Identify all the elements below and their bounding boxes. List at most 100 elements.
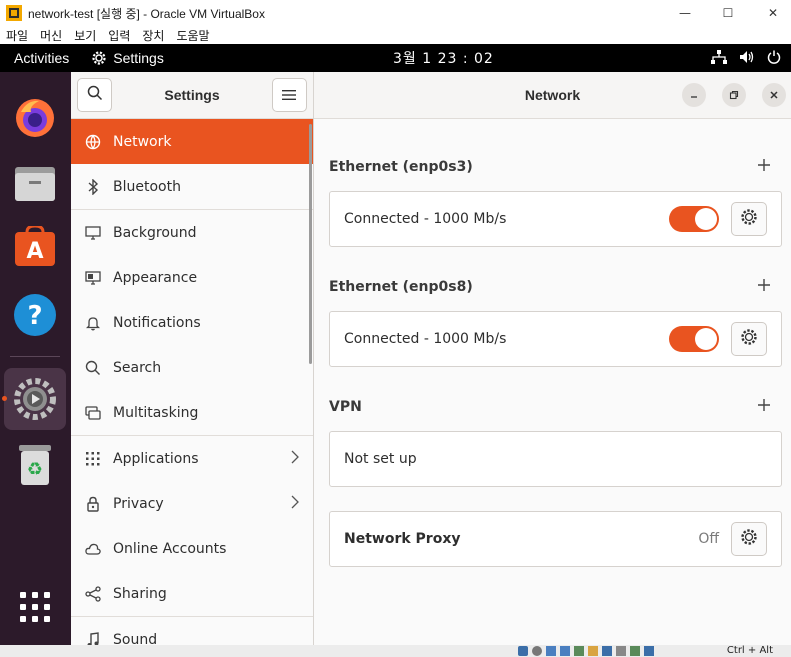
sidebar-item-label: Privacy <box>113 495 164 512</box>
running-indicator <box>2 396 7 401</box>
network-proxy-value: Off <box>698 531 719 547</box>
connection-status: Connected - 1000 Mb/s <box>344 331 507 347</box>
sidebar-item-label: Network <box>113 133 172 150</box>
sidebar-item-search[interactable]: Search <box>71 345 313 390</box>
activities-button[interactable]: Activities <box>14 50 69 66</box>
sidebar-item-privacy[interactable]: Privacy <box>71 481 313 526</box>
add-connection-plus-icon[interactable] <box>757 156 771 177</box>
svg-text:?: ? <box>27 301 42 331</box>
ethernet-enp0s8-card: Connected - 1000 Mb/s <box>329 311 782 367</box>
vpn-status: Not set up <box>344 451 417 467</box>
ethernet-enp0s3-card: Connected - 1000 Mb/s <box>329 191 782 247</box>
network-adapter-icon <box>560 646 570 656</box>
toggle-knob <box>695 328 717 350</box>
toggle-knob <box>695 208 717 230</box>
sidebar-scrollbar[interactable] <box>309 124 312 364</box>
sidebar-item-label: Online Accounts <box>113 540 227 557</box>
network-proxy-settings-button[interactable] <box>731 522 767 556</box>
sidebar-item-network[interactable]: Network <box>71 119 313 164</box>
host-key-label: Ctrl + Alt <box>726 645 773 656</box>
vpn-card: Not set up <box>329 431 782 487</box>
help-icon[interactable]: ? <box>8 288 62 342</box>
sidebar-item-bluetooth[interactable]: Bluetooth <box>71 164 313 209</box>
menu-devices[interactable]: 장치 <box>142 27 164 44</box>
app-center-icon[interactable]: A <box>8 221 62 275</box>
app-menu-label: Settings <box>113 50 164 66</box>
ethernet-enp0s8-toggle[interactable] <box>669 326 719 352</box>
sidebar-item-label: Multitasking <box>113 404 199 421</box>
virtualbox-icon <box>6 5 22 21</box>
sidebar-item-label: Search <box>113 359 162 376</box>
ethernet-enp0s3-toggle[interactable] <box>669 206 719 232</box>
sidebar-item-sharing[interactable]: Sharing <box>71 571 313 616</box>
sidebar-item-sound[interactable]: Sound <box>71 617 313 645</box>
sidebar-item-label: Sharing <box>113 585 167 602</box>
section-vpn-heading: VPN <box>329 399 362 415</box>
app-menu[interactable]: Settings <box>91 50 164 66</box>
appearance-icon <box>85 270 101 286</box>
network-panel: Network Ethernet (enp0s3) Connected - 10… <box>314 72 791 645</box>
trash-icon[interactable]: ♻ <box>8 438 62 492</box>
volume-icon <box>739 49 755 68</box>
files-icon[interactable] <box>8 156 62 210</box>
chevron-right-icon <box>291 450 299 468</box>
sidebar-item-label: Applications <box>113 450 199 467</box>
host-statusbar: Ctrl + Alt <box>0 645 791 657</box>
sidebar-header: Settings <box>71 72 313 119</box>
sidebar-item-applications[interactable]: Applications <box>71 436 313 481</box>
cpu-icon <box>630 646 640 656</box>
gear-icon <box>740 328 758 350</box>
svg-text:♻: ♻ <box>27 459 43 480</box>
add-vpn-plus-icon[interactable] <box>757 396 771 417</box>
firefox-icon[interactable] <box>8 91 62 145</box>
menu-view[interactable]: 보기 <box>74 27 96 44</box>
sidebar-item-multitasking[interactable]: Multitasking <box>71 390 313 435</box>
menu-file[interactable]: 파일 <box>6 27 28 44</box>
disk-icon <box>518 646 528 656</box>
sidebar-item-appearance[interactable]: Appearance <box>71 255 313 300</box>
display-icon <box>602 646 612 656</box>
search-icon <box>87 85 103 105</box>
host-menubar: 파일 머신 보기 입력 장치 도움말 <box>0 26 791 44</box>
menu-machine[interactable]: 머신 <box>40 27 62 44</box>
ethernet-enp0s3-settings-button[interactable] <box>731 202 767 236</box>
lock-icon <box>85 496 101 512</box>
grid-icon <box>85 451 101 467</box>
page-title: Network <box>524 87 581 103</box>
settings-sidebar: Settings Network Bluetooth Background Ap… <box>71 72 314 645</box>
sidebar-title: Settings <box>164 87 220 103</box>
audio-icon <box>546 646 556 656</box>
window-close-button[interactable] <box>762 83 786 107</box>
recording-icon <box>616 646 626 656</box>
system-tray[interactable] <box>711 49 781 68</box>
host-status-icons <box>518 646 654 656</box>
add-connection-plus-icon[interactable] <box>757 276 771 297</box>
sidebar-item-label: Notifications <box>113 314 201 331</box>
network-icon <box>85 134 101 150</box>
maximize-button[interactable]: ☐ <box>705 0 751 26</box>
sidebar-item-online-accounts[interactable]: Online Accounts <box>71 526 313 571</box>
hamburger-menu-button[interactable] <box>271 78 307 112</box>
minimize-button[interactable]: — <box>662 0 708 26</box>
menu-input[interactable]: 입력 <box>108 27 130 44</box>
window-restore-button[interactable] <box>722 83 746 107</box>
close-window-button[interactable]: ✕ <box>750 0 791 26</box>
window-minimize-button[interactable] <box>682 83 706 107</box>
menu-help[interactable]: 도움말 <box>176 27 209 44</box>
network-proxy-card[interactable]: Network Proxy Off <box>329 511 782 567</box>
power-icon <box>767 49 781 68</box>
sidebar-item-label: Bluetooth <box>113 178 181 195</box>
chevron-right-icon <box>291 495 299 513</box>
background-icon <box>85 225 101 241</box>
sidebar-item-background[interactable]: Background <box>71 210 313 255</box>
ethernet-enp0s8-settings-button[interactable] <box>731 322 767 356</box>
dock: A ? ♻ <box>0 72 71 645</box>
share-icon <box>85 585 101 602</box>
music-icon <box>85 631 101 645</box>
app-grid-icon[interactable] <box>8 580 62 634</box>
search-button[interactable] <box>77 78 112 112</box>
settings-icon[interactable] <box>4 368 66 430</box>
sidebar-item-notifications[interactable]: Notifications <box>71 300 313 345</box>
clock[interactable]: 3월 1 23 : 02 <box>393 48 494 68</box>
section-ethernet-enp0s3-heading: Ethernet (enp0s3) <box>329 159 473 175</box>
